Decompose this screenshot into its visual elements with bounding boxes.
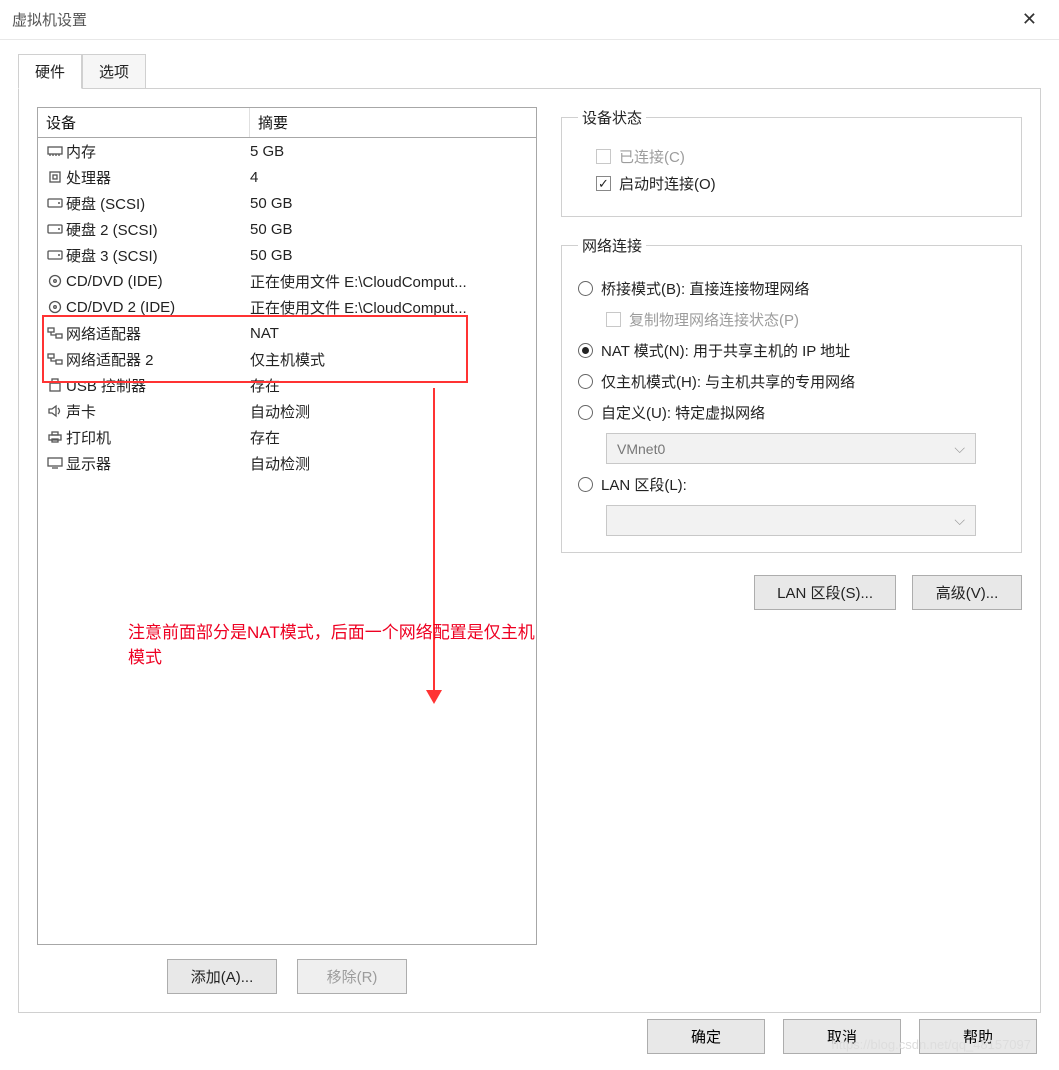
device-name: CD/DVD 2 (IDE) (66, 299, 250, 316)
radio-hostonly[interactable]: 仅主机模式(H): 与主机共享的专用网络 (578, 371, 1005, 392)
display-icon (44, 456, 66, 470)
net-icon (44, 326, 66, 340)
col-device[interactable]: 设备 (38, 108, 250, 137)
device-row[interactable]: CD/DVD (IDE)正在使用文件 E:\CloudComput... (38, 268, 536, 294)
disk-icon (44, 248, 66, 262)
cd-icon (44, 300, 66, 314)
device-name: USB 控制器 (66, 375, 250, 396)
net-icon (44, 352, 66, 366)
device-summary: 仅主机模式 (250, 349, 530, 370)
lan-segments-button[interactable]: LAN 区段(S)... (754, 575, 896, 610)
cancel-button[interactable]: 取消 (783, 1019, 901, 1054)
device-row[interactable]: 硬盘 (SCSI)50 GB (38, 190, 536, 216)
device-summary: 存在 (250, 375, 530, 396)
device-summary: 存在 (250, 427, 530, 448)
device-row[interactable]: 硬盘 2 (SCSI)50 GB (38, 216, 536, 242)
device-name: 显示器 (66, 453, 250, 474)
tabs: 硬件 选项 (18, 54, 1041, 89)
device-name: 网络适配器 2 (66, 349, 250, 370)
device-row[interactable]: 硬盘 3 (SCSI)50 GB (38, 242, 536, 268)
print-icon (44, 430, 66, 444)
radio-nat[interactable]: NAT 模式(N): 用于共享主机的 IP 地址 (578, 340, 1005, 361)
remove-button: 移除(R) (297, 959, 407, 994)
device-summary: 50 GB (250, 247, 530, 264)
col-summary[interactable]: 摘要 (250, 108, 296, 137)
memory-icon (44, 144, 66, 158)
custom-network-select: VMnet0 (606, 433, 976, 464)
device-state-legend: 设备状态 (578, 107, 646, 128)
radio-icon (578, 374, 593, 389)
device-summary: 自动检测 (250, 453, 530, 474)
device-row[interactable]: 处理器4 (38, 164, 536, 190)
titlebar: 虚拟机设置 ✕ (0, 0, 1059, 40)
add-button[interactable]: 添加(A)... (167, 959, 277, 994)
cpu-icon (44, 170, 66, 184)
device-row[interactable]: 打印机存在 (38, 424, 536, 450)
disk-icon (44, 196, 66, 210)
device-name: 网络适配器 (66, 323, 250, 344)
checkbox-icon (606, 312, 621, 327)
replicate-checkbox: 复制物理网络连接状态(P) (606, 309, 1005, 330)
dialog-buttons: 确定 取消 帮助 (647, 1019, 1037, 1054)
advanced-button[interactable]: 高级(V)... (912, 575, 1022, 610)
radio-icon (578, 281, 593, 296)
network-legend: 网络连接 (578, 235, 646, 256)
device-name: 内存 (66, 141, 250, 162)
device-summary: 50 GB (250, 195, 530, 212)
device-row[interactable]: USB 控制器存在 (38, 372, 536, 398)
tab-hardware[interactable]: 硬件 (18, 54, 82, 89)
window-title: 虚拟机设置 (12, 9, 1012, 30)
usb-icon (44, 378, 66, 392)
device-row[interactable]: 声卡自动检测 (38, 398, 536, 424)
sound-icon (44, 404, 66, 418)
device-name: 声卡 (66, 401, 250, 422)
connect-at-poweron-checkbox[interactable]: 启动时连接(O) (596, 173, 1005, 194)
close-icon[interactable]: ✕ (1012, 5, 1047, 34)
network-connection-group: 网络连接 桥接模式(B): 直接连接物理网络 复制物理网络连接状态(P) NAT… (561, 235, 1022, 553)
radio-custom[interactable]: 自定义(U): 特定虚拟网络 (578, 402, 1005, 423)
radio-icon (578, 477, 593, 492)
radio-lan[interactable]: LAN 区段(L): (578, 474, 1005, 495)
device-list-header: 设备 摘要 (38, 108, 536, 138)
annotation-arrowhead (426, 690, 442, 704)
checkbox-icon (596, 149, 611, 164)
lan-segment-select (606, 505, 976, 536)
device-summary: 4 (250, 169, 530, 186)
device-name: 硬盘 (SCSI) (66, 193, 250, 214)
device-state-group: 设备状态 已连接(C) 启动时连接(O) (561, 107, 1022, 217)
device-row[interactable]: CD/DVD 2 (IDE)正在使用文件 E:\CloudComput... (38, 294, 536, 320)
device-name: 打印机 (66, 427, 250, 448)
device-summary: 5 GB (250, 143, 530, 160)
device-list: 设备 摘要 内存5 GB处理器4硬盘 (SCSI)50 GB硬盘 2 (SCSI… (37, 107, 537, 945)
device-summary: 50 GB (250, 221, 530, 238)
annotation-text: 注意前面部分是NAT模式，后面一个网络配置是仅主机模式 (128, 618, 536, 668)
radio-icon (578, 405, 593, 420)
device-row[interactable]: 内存5 GB (38, 138, 536, 164)
ok-button[interactable]: 确定 (647, 1019, 765, 1054)
help-button[interactable]: 帮助 (919, 1019, 1037, 1054)
device-row[interactable]: 网络适配器NAT (38, 320, 536, 346)
radio-icon (578, 343, 593, 358)
cd-icon (44, 274, 66, 288)
device-name: CD/DVD (IDE) (66, 273, 250, 290)
device-row[interactable]: 显示器自动检测 (38, 450, 536, 476)
device-name: 处理器 (66, 167, 250, 188)
device-summary: 正在使用文件 E:\CloudComput... (250, 271, 530, 292)
device-summary: 正在使用文件 E:\CloudComput... (250, 297, 530, 318)
disk-icon (44, 222, 66, 236)
radio-bridged[interactable]: 桥接模式(B): 直接连接物理网络 (578, 278, 1005, 299)
device-summary: NAT (250, 325, 530, 342)
tab-options[interactable]: 选项 (82, 54, 146, 89)
device-summary: 自动检测 (250, 401, 530, 422)
device-name: 硬盘 2 (SCSI) (66, 219, 250, 240)
connected-checkbox: 已连接(C) (596, 146, 1005, 167)
device-row[interactable]: 网络适配器 2仅主机模式 (38, 346, 536, 372)
device-name: 硬盘 3 (SCSI) (66, 245, 250, 266)
checkbox-icon (596, 176, 611, 191)
